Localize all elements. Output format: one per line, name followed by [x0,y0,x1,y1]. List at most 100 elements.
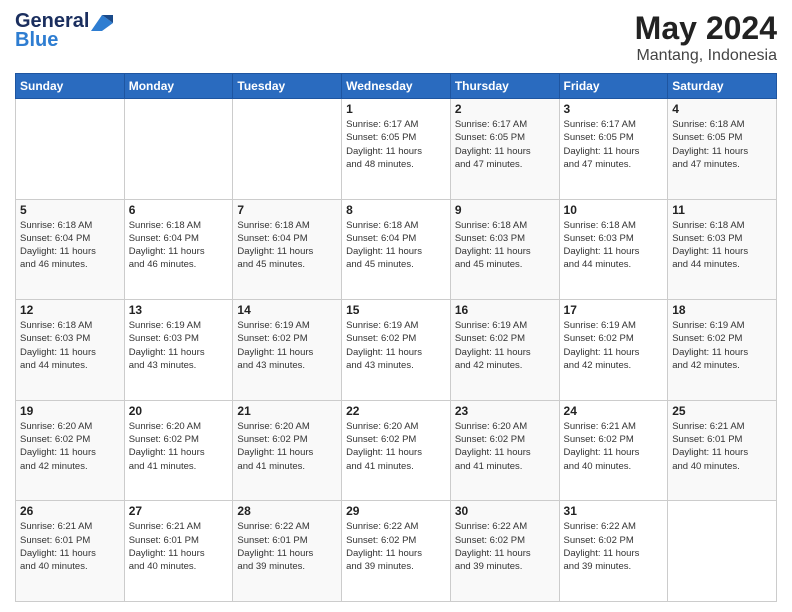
logo: General Blue [15,10,113,52]
header-friday: Friday [559,74,668,99]
day-cell: 3 Sunrise: 6:17 AMSunset: 6:05 PMDaylight… [559,99,668,200]
day-number: 5 [20,203,120,217]
day-cell: 11 Sunrise: 6:18 AMSunset: 6:03 PMDayligh… [668,199,777,300]
day-number: 2 [455,102,555,116]
day-cell: 25Sunrise: 6:21 AMSunset: 6:01 PMDayligh… [668,400,777,501]
weekday-header-row: Sunday Monday Tuesday Wednesday Thursday… [16,74,777,99]
day-cell: 31Sunrise: 6:22 AMSunset: 6:02 PMDayligh… [559,501,668,602]
location: Mantang, Indonesia [635,47,777,65]
day-number: 22 [346,404,446,418]
day-cell: 13 Sunrise: 6:19 AMSunset: 6:03 PMDayligh… [124,300,233,401]
day-number: 3 [564,102,664,116]
header-thursday: Thursday [450,74,559,99]
day-info: Sunrise: 6:19 AMSunset: 6:03 PMDaylight:… [129,319,229,372]
week-row-1: 5 Sunrise: 6:18 AMSunset: 6:04 PMDaylight… [16,199,777,300]
day-cell: 19 Sunrise: 6:20 AMSunset: 6:02 PMDayligh… [16,400,125,501]
day-cell: 22 Sunrise: 6:20 AMSunset: 6:02 PMDayligh… [342,400,451,501]
day-number: 29 [346,504,446,518]
logo-blue: Blue [15,29,58,52]
header: General Blue May 2024 Mantang, Indonesia [15,10,777,65]
day-number: 17 [564,303,664,317]
day-number: 9 [455,203,555,217]
week-row-3: 19 Sunrise: 6:20 AMSunset: 6:02 PMDayligh… [16,400,777,501]
day-info: Sunrise: 6:17 AMSunset: 6:05 PMDaylight:… [564,118,664,171]
day-info: Sunrise: 6:20 AMSunset: 6:02 PMDaylight:… [455,420,555,473]
day-cell: 14 Sunrise: 6:19 AMSunset: 6:02 PMDayligh… [233,300,342,401]
day-info: Sunrise: 6:17 AMSunset: 6:05 PMDaylight:… [455,118,555,171]
week-row-2: 12Sunrise: 6:18 AMSunset: 6:03 PMDayligh… [16,300,777,401]
day-info: Sunrise: 6:17 AMSunset: 6:05 PMDaylight:… [346,118,446,171]
day-number: 24 [564,404,664,418]
day-cell: 6 Sunrise: 6:18 AMSunset: 6:04 PMDaylight… [124,199,233,300]
day-number: 28 [237,504,337,518]
day-info: Sunrise: 6:18 AMSunset: 6:03 PMDaylight:… [564,219,664,272]
day-cell: 23 Sunrise: 6:20 AMSunset: 6:02 PMDayligh… [450,400,559,501]
title-block: May 2024 Mantang, Indonesia [635,10,777,65]
day-info: Sunrise: 6:18 AMSunset: 6:03 PMDaylight:… [672,219,772,272]
day-cell: 24Sunrise: 6:21 AMSunset: 6:02 PMDayligh… [559,400,668,501]
day-number: 21 [237,404,337,418]
day-cell: 26 Sunrise: 6:21 AMSunset: 6:01 PMDayligh… [16,501,125,602]
day-info: Sunrise: 6:18 AMSunset: 6:03 PMDaylight:… [20,319,120,372]
day-cell: 8 Sunrise: 6:18 AMSunset: 6:04 PMDaylight… [342,199,451,300]
day-info: Sunrise: 6:19 AMSunset: 6:02 PMDaylight:… [346,319,446,372]
day-number: 23 [455,404,555,418]
day-cell: 10 Sunrise: 6:18 AMSunset: 6:03 PMDayligh… [559,199,668,300]
day-cell: 7Sunrise: 6:18 AMSunset: 6:04 PMDaylight… [233,199,342,300]
day-cell [233,99,342,200]
day-info: Sunrise: 6:18 AMSunset: 6:04 PMDaylight:… [346,219,446,272]
day-info: Sunrise: 6:19 AMSunset: 6:02 PMDaylight:… [455,319,555,372]
day-number: 26 [20,504,120,518]
day-info: Sunrise: 6:20 AMSunset: 6:02 PMDaylight:… [20,420,120,473]
day-info: Sunrise: 6:21 AMSunset: 6:01 PMDaylight:… [20,520,120,573]
day-cell [124,99,233,200]
day-number: 18 [672,303,772,317]
day-number: 19 [20,404,120,418]
day-info: Sunrise: 6:19 AMSunset: 6:02 PMDaylight:… [237,319,337,372]
month-title: May 2024 [635,10,777,47]
day-cell: 1 Sunrise: 6:17 AMSunset: 6:05 PMDaylight… [342,99,451,200]
week-row-0: 1 Sunrise: 6:17 AMSunset: 6:05 PMDaylight… [16,99,777,200]
day-number: 1 [346,102,446,116]
day-info: Sunrise: 6:20 AMSunset: 6:02 PMDaylight:… [237,420,337,473]
day-cell: 18Sunrise: 6:19 AMSunset: 6:02 PMDayligh… [668,300,777,401]
day-info: Sunrise: 6:20 AMSunset: 6:02 PMDaylight:… [129,420,229,473]
day-number: 15 [346,303,446,317]
day-cell: 5 Sunrise: 6:18 AMSunset: 6:04 PMDaylight… [16,199,125,300]
day-info: Sunrise: 6:18 AMSunset: 6:04 PMDaylight:… [129,219,229,272]
day-number: 8 [346,203,446,217]
day-cell [16,99,125,200]
header-tuesday: Tuesday [233,74,342,99]
day-number: 10 [564,203,664,217]
day-info: Sunrise: 6:19 AMSunset: 6:02 PMDaylight:… [564,319,664,372]
day-cell: 17 Sunrise: 6:19 AMSunset: 6:02 PMDayligh… [559,300,668,401]
day-number: 6 [129,203,229,217]
day-number: 27 [129,504,229,518]
day-cell: 30 Sunrise: 6:22 AMSunset: 6:02 PMDayligh… [450,501,559,602]
day-number: 13 [129,303,229,317]
logo-icon [91,15,113,31]
day-number: 30 [455,504,555,518]
day-number: 4 [672,102,772,116]
day-cell: 28 Sunrise: 6:22 AMSunset: 6:01 PMDayligh… [233,501,342,602]
day-info: Sunrise: 6:18 AMSunset: 6:03 PMDaylight:… [455,219,555,272]
day-info: Sunrise: 6:22 AMSunset: 6:01 PMDaylight:… [237,520,337,573]
header-wednesday: Wednesday [342,74,451,99]
day-cell: 9 Sunrise: 6:18 AMSunset: 6:03 PMDaylight… [450,199,559,300]
day-info: Sunrise: 6:18 AMSunset: 6:05 PMDaylight:… [672,118,772,171]
day-info: Sunrise: 6:18 AMSunset: 6:04 PMDaylight:… [237,219,337,272]
day-info: Sunrise: 6:21 AMSunset: 6:01 PMDaylight:… [129,520,229,573]
week-row-4: 26 Sunrise: 6:21 AMSunset: 6:01 PMDayligh… [16,501,777,602]
day-info: Sunrise: 6:22 AMSunset: 6:02 PMDaylight:… [564,520,664,573]
day-number: 11 [672,203,772,217]
day-info: Sunrise: 6:22 AMSunset: 6:02 PMDaylight:… [455,520,555,573]
day-cell [668,501,777,602]
day-info: Sunrise: 6:18 AMSunset: 6:04 PMDaylight:… [20,219,120,272]
calendar: Sunday Monday Tuesday Wednesday Thursday… [15,73,777,602]
page: General Blue May 2024 Mantang, Indonesia… [0,0,792,612]
day-cell: 15 Sunrise: 6:19 AMSunset: 6:02 PMDayligh… [342,300,451,401]
day-info: Sunrise: 6:20 AMSunset: 6:02 PMDaylight:… [346,420,446,473]
day-number: 25 [672,404,772,418]
day-number: 14 [237,303,337,317]
day-number: 16 [455,303,555,317]
